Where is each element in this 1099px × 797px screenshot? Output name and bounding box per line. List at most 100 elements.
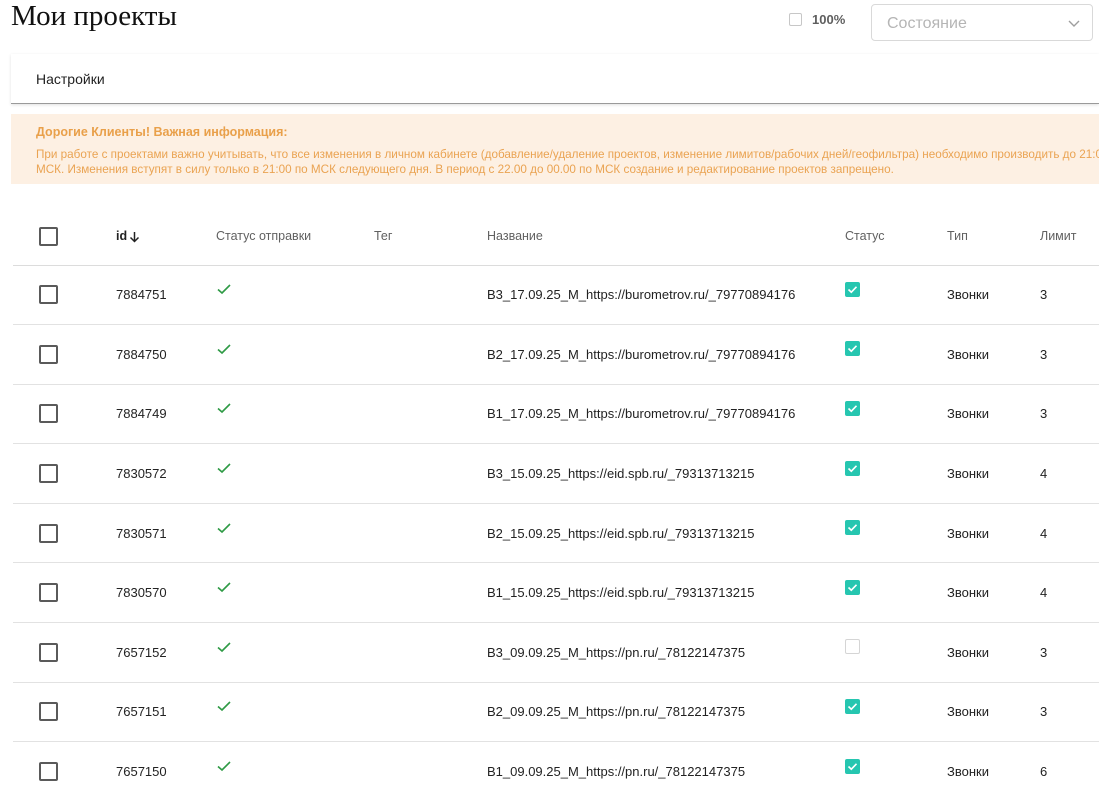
state-select-placeholder: Состояние [887, 15, 967, 32]
send-status-cell [216, 324, 374, 385]
column-header-id[interactable]: id [116, 208, 216, 266]
row-name[interactable]: B2_17.09.25_M_https://burometrov.ru/_797… [487, 324, 845, 385]
row-name[interactable]: B2_09.09.25_M_https://pn.ru/_78122147375 [487, 682, 845, 743]
row-id: 7830572 [116, 443, 216, 504]
row-checkbox[interactable] [39, 523, 58, 543]
table-row[interactable]: 7657151 B2_09.09.25_M_https://pn.ru/_7812… [13, 682, 1099, 743]
row-name[interactable]: B3_15.09.25_https://eid.spb.ru/_79313713… [487, 443, 845, 504]
status-checkbox[interactable] [845, 341, 860, 357]
select-all-cell [13, 208, 116, 266]
row-name[interactable]: B1_09.09.25_M_https://pn.ru/_78122147375 [487, 741, 845, 797]
row-tag [374, 384, 487, 445]
row-checkbox[interactable] [39, 344, 58, 364]
send-status-cell [216, 265, 374, 326]
checkmark-icon [847, 464, 858, 472]
status-checkbox[interactable] [845, 401, 860, 417]
row-tag [374, 741, 487, 797]
row-limit: 3 [1040, 265, 1099, 326]
row-name[interactable]: B2_15.09.25_https://eid.spb.ru/_79313713… [487, 503, 845, 564]
arrow-down-icon [130, 231, 140, 243]
row-tag [374, 503, 487, 564]
table-row[interactable]: 7657150 B1_09.09.25_M_https://pn.ru/_7812… [13, 741, 1099, 797]
row-checkbox[interactable] [39, 464, 58, 484]
table-row[interactable]: 7657152 B3_09.09.25_M_https://pn.ru/_7812… [13, 622, 1099, 683]
percent-filter[interactable]: 100% [789, 12, 845, 27]
row-name[interactable]: B3_09.09.25_M_https://pn.ru/_78122147375 [487, 622, 845, 683]
row-name[interactable]: B1_17.09.25_M_https://burometrov.ru/_797… [487, 384, 845, 445]
send-status-cell [216, 622, 374, 683]
row-type: Звонки [947, 384, 1040, 445]
checkmark-icon [217, 701, 231, 712]
table-row[interactable]: 7830571 B2_15.09.25_https://eid.spb.ru/_7… [13, 503, 1099, 564]
send-status-cell [216, 384, 374, 445]
status-checkbox[interactable] [845, 281, 860, 297]
table-row[interactable]: 7830572 B3_15.09.25_https://eid.spb.ru/_7… [13, 443, 1099, 504]
row-id: 7657152 [116, 622, 216, 683]
row-id: 7884749 [116, 384, 216, 445]
column-header-type[interactable]: Тип [947, 208, 1040, 266]
checkmark-icon [217, 761, 231, 772]
select-all-checkbox[interactable] [39, 226, 58, 246]
status-cell [845, 503, 947, 564]
percent-checkbox[interactable] [789, 13, 802, 26]
column-header-tag[interactable]: Тег [374, 208, 487, 266]
status-checkbox[interactable] [845, 460, 860, 476]
table-row[interactable]: 7830570 B1_15.09.25_https://eid.spb.ru/_7… [13, 562, 1099, 624]
row-checkbox[interactable] [39, 285, 58, 305]
checkmark-icon [847, 405, 858, 413]
send-status-cell [216, 741, 374, 797]
send-status-cell [216, 443, 374, 504]
state-select[interactable]: Состояние [871, 4, 1093, 41]
row-limit: 3 [1040, 622, 1099, 683]
checkmark-icon [217, 403, 231, 414]
status-checkbox[interactable] [845, 520, 860, 536]
settings-panel-header[interactable]: Настройки [11, 54, 1099, 104]
info-notice: Дорогие Клиенты! Важная информация: При … [11, 114, 1099, 184]
row-type: Звонки [947, 741, 1040, 797]
status-cell [845, 384, 947, 445]
row-select-cell [13, 324, 116, 385]
row-checkbox[interactable] [39, 762, 58, 782]
row-type: Звонки [947, 265, 1040, 326]
status-cell [845, 622, 947, 683]
row-select-cell [13, 265, 116, 326]
checkmark-icon [847, 286, 858, 294]
row-id: 7884751 [116, 265, 216, 326]
row-select-cell [13, 443, 116, 504]
row-tag [374, 562, 487, 624]
status-checkbox[interactable] [845, 579, 860, 595]
notice-title: Дорогие Клиенты! Важная информация: [36, 125, 288, 139]
status-checkbox[interactable] [845, 698, 860, 714]
column-header-status[interactable]: Статус [845, 208, 947, 266]
table-row[interactable]: 7884750 B2_17.09.25_M_https://burometrov.… [13, 324, 1099, 385]
table-row[interactable]: 7884749 B1_17.09.25_M_https://burometrov.… [13, 384, 1099, 445]
row-name[interactable]: B3_17.09.25_M_https://burometrov.ru/_797… [487, 265, 845, 326]
row-limit: 3 [1040, 682, 1099, 743]
row-checkbox[interactable] [39, 702, 58, 722]
row-checkbox[interactable] [39, 404, 58, 424]
status-checkbox[interactable] [845, 758, 860, 774]
row-type: Звонки [947, 443, 1040, 504]
column-header-send-status[interactable]: Статус отправки [216, 208, 374, 266]
column-header-limit[interactable]: Лимит [1040, 208, 1099, 266]
checkmark-icon [847, 703, 858, 711]
column-header-name[interactable]: Название [487, 208, 845, 266]
row-name[interactable]: B1_15.09.25_https://eid.spb.ru/_79313713… [487, 562, 845, 624]
settings-label: Настройки [36, 71, 105, 87]
chevron-down-icon [1068, 20, 1080, 27]
checkmark-icon [847, 762, 858, 770]
status-cell [845, 443, 947, 504]
checkmark-icon [217, 642, 231, 652]
row-limit: 3 [1040, 324, 1099, 385]
row-limit: 4 [1040, 443, 1099, 504]
status-checkbox[interactable] [845, 639, 860, 655]
row-tag [374, 324, 487, 385]
row-checkbox[interactable] [39, 642, 58, 662]
checkmark-icon [847, 345, 858, 353]
row-limit: 3 [1040, 384, 1099, 445]
row-type: Звонки [947, 503, 1040, 564]
row-select-cell [13, 741, 116, 797]
send-status-cell [216, 562, 374, 624]
table-row[interactable]: 7884751 B3_17.09.25_M_https://burometrov.… [13, 265, 1099, 326]
row-checkbox[interactable] [39, 583, 58, 603]
